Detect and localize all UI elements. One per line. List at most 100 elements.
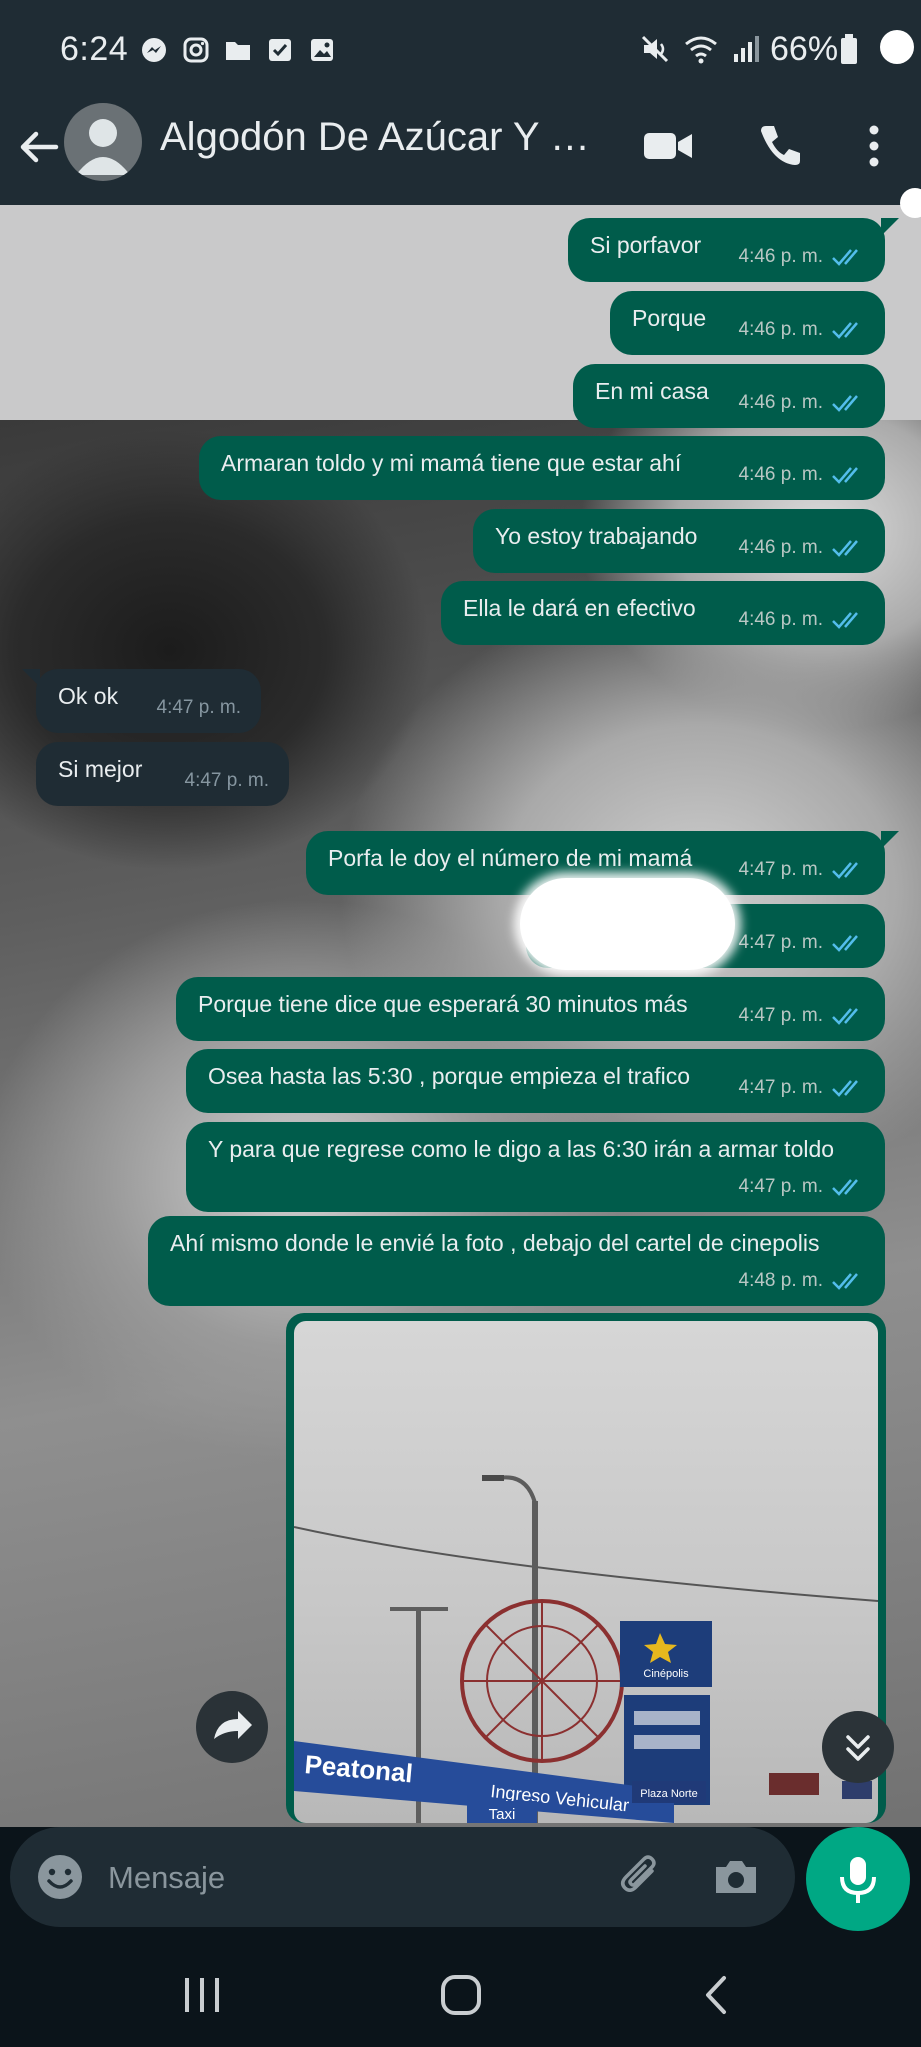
message-bubble-outgoing[interactable]: Porque 4:46 p. m. [610,291,885,355]
message-time: 4:48 p. m. [738,1270,824,1291]
message-time: 4:47 p. m. [738,1176,824,1197]
message-time: 4:47 p. m. [156,697,242,718]
message-bubble-outgoing[interactable]: Si porfavor 4:46 p. m. [568,218,899,282]
notification-icons [140,36,336,64]
message-meta: 4:46 p. m. [739,460,866,490]
recent-apps-icon[interactable] [177,1970,227,2020]
plaza-sign-text: Plaza Norte [640,1788,697,1800]
camera-icon[interactable] [710,1851,762,1903]
message-bubble-outgoing[interactable]: Armaran toldo y mi mamá tiene que estar … [199,436,885,500]
message-time: 4:46 p. m. [738,392,824,413]
emoji-icon[interactable] [34,1851,86,1903]
double-chevron-down-icon [846,1735,870,1761]
video-call-icon[interactable] [640,118,696,174]
message-bubble-outgoing[interactable]: Porque tiene dice que esperará 30 minuto… [176,977,885,1041]
message-text: Porque tiene dice que esperará 30 minuto… [198,991,688,1017]
message-time: 4:46 p. m. [738,464,824,485]
message-time: 4:47 p. m. [738,932,824,953]
read-ticks-icon [832,467,858,484]
forward-button[interactable] [196,1691,268,1763]
system-icons [640,34,760,64]
read-ticks-icon [832,395,858,412]
message-bubble-outgoing[interactable]: Yo estoy trabajando 4:46 p. m. [473,509,885,573]
message-meta: 4:47 p. m. [157,693,242,723]
shared-photo[interactable]: Cinépolis Peatonal Ingreso Vehicular Tax… [294,1321,878,1823]
read-ticks-icon [832,1273,858,1290]
message-time: 4:46 p. m. [738,319,824,340]
redaction-blot [520,878,735,970]
contact-name[interactable]: Algodón De Azúcar Y M... [160,115,600,160]
message-text: Si porfavor [590,232,702,258]
status-bar: 6:24 66% [0,0,921,100]
message-meta: 4:46 p. m. [739,315,866,345]
message-text: Ella le dará en efectivo [463,595,696,621]
read-ticks-icon [832,612,858,629]
folder-icon [226,42,250,60]
checkbox-icon [269,39,291,61]
gallery-icon [311,39,333,61]
message-text: En mi casa [595,378,709,404]
instagram-icon [183,37,209,63]
message-composer [10,1827,795,1927]
message-text: Ok ok [58,683,119,709]
message-meta: 4:46 p. m. [739,242,866,272]
message-input[interactable] [106,1849,610,1907]
chat-header: Algodón De Azúcar Y M... [0,100,921,205]
microphone-button[interactable] [806,1827,910,1931]
read-ticks-icon [832,249,858,266]
message-text: Osea hasta las 5:30 , porque empieza el … [208,1063,691,1089]
read-ticks-icon [832,1008,858,1025]
message-bubble-outgoing[interactable]: Ella le dará en efectivo 4:46 p. m. [441,581,885,645]
home-icon[interactable] [436,1970,486,2020]
message-meta: 4:47 p. m. [185,766,270,796]
microphone-icon [840,1857,876,1903]
message-text: Porque [632,305,707,331]
read-ticks-icon [832,322,858,339]
cinepolis-sign-text: Cinépolis [643,1668,689,1680]
message-time: 4:46 p. m. [738,246,824,267]
message-time: 4:46 p. m. [738,609,824,630]
message-meta: 4:46 p. m. [739,605,866,635]
image-message[interactable]: Cinépolis Peatonal Ingreso Vehicular Tax… [286,1313,886,1823]
back-icon[interactable] [692,1970,742,2020]
attach-paperclip-icon[interactable] [612,1849,668,1905]
taxi-sign-text: Taxi [489,1806,516,1823]
message-bubble-incoming[interactable]: Si mejor 4:47 p. m. [36,742,289,806]
message-meta: 4:47 p. m. [739,1172,866,1202]
status-time: 6:24 [60,30,129,68]
scroll-to-bottom-button[interactable] [822,1711,894,1783]
message-text: Y para que regrese como le digo a las 6:… [208,1136,835,1162]
message-meta: 4:47 p. m. [739,1001,866,1031]
battery-icon [841,34,857,64]
messenger-icon [142,38,166,62]
phone-icon[interactable] [752,118,808,174]
message-bubble-outgoing[interactable]: Ahí mismo donde le envié la foto , debaj… [148,1216,885,1306]
back-arrow-icon[interactable] [14,122,64,172]
more-options-icon[interactable] [846,118,902,174]
battery-percent: 66% [770,30,839,68]
street-photo-illustration: Cinépolis Peatonal Ingreso Vehicular Tax… [294,1475,878,1823]
status-dot [880,30,914,64]
forward-arrow-icon [214,1711,252,1739]
read-ticks-icon [832,1179,858,1196]
wifi-icon [685,36,717,64]
contact-avatar[interactable] [64,103,142,181]
message-bubble-incoming[interactable]: Ok ok 4:47 p. m. [22,669,261,733]
message-bubble-outgoing[interactable]: En mi casa 4:46 p. m. [573,364,885,428]
read-ticks-icon [832,862,858,879]
message-time: 4:47 p. m. [738,1005,824,1026]
message-bubble-outgoing[interactable]: Y para que regrese como le digo a las 6:… [186,1122,885,1212]
message-text: Si mejor [58,756,143,782]
signal-icon [734,36,759,62]
message-meta: 4:46 p. m. [739,533,866,563]
message-meta: 4:46 p. m. [739,388,866,418]
message-text: Ahí mismo donde le envié la foto , debaj… [170,1230,820,1256]
read-ticks-icon [832,540,858,557]
avatar-placeholder-icon [76,119,130,175]
message-bubble-outgoing[interactable]: Osea hasta las 5:30 , porque empieza el … [186,1049,885,1113]
message-time: 4:47 p. m. [738,859,824,880]
message-meta: 4:47 p. m. [739,928,866,958]
message-time: 4:47 p. m. [738,1077,824,1098]
message-meta: 4:47 p. m. [739,1073,866,1103]
message-meta: 4:48 p. m. [739,1266,866,1296]
